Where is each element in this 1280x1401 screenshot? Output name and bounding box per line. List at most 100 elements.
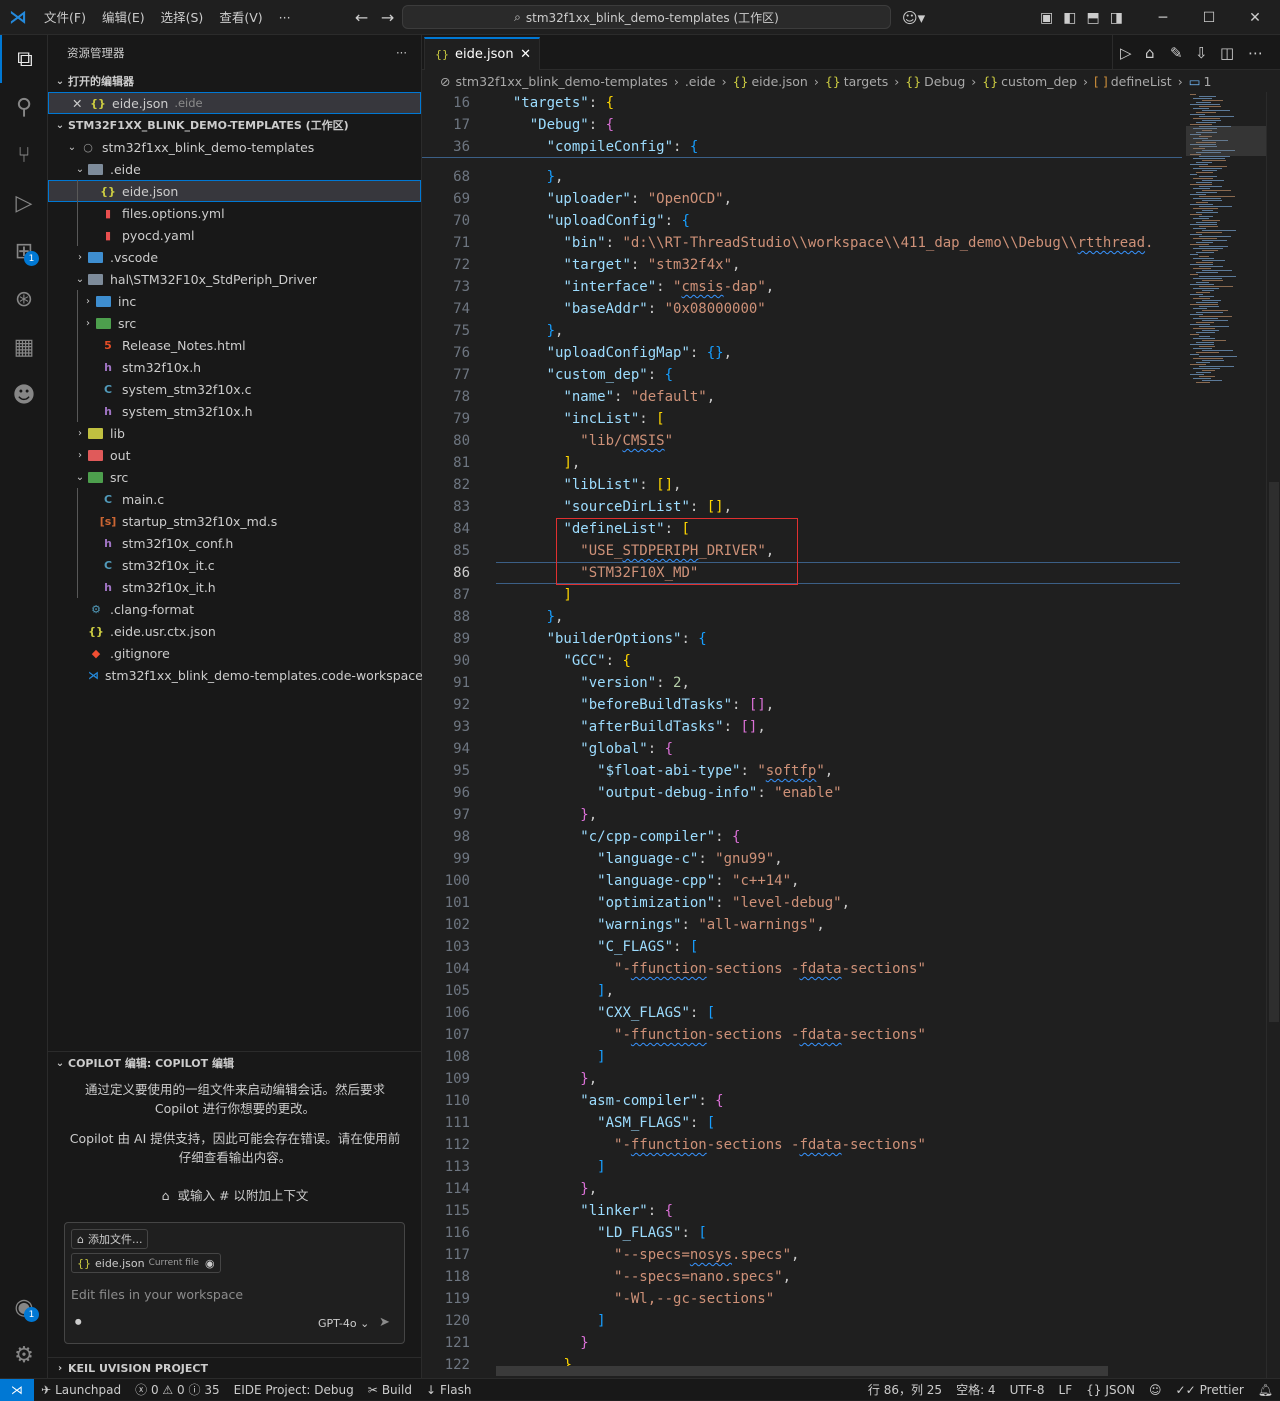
menu-file[interactable]: 文件(F) — [36, 0, 94, 35]
notifications-bell-icon[interactable]: 🔔︎ — [1251, 1379, 1280, 1401]
language-mode[interactable]: {} JSON — [1079, 1379, 1142, 1401]
more-actions-icon[interactable]: ··· — [396, 46, 407, 60]
breadcrumb-item[interactable]: targets — [844, 74, 889, 89]
maximize-icon[interactable]: ☐ — [1186, 10, 1232, 26]
tree-item[interactable]: ⚙ .clang-format — [48, 598, 421, 620]
flash-button[interactable]: ↓ Flash — [419, 1379, 479, 1401]
tree-item[interactable]: ⌄ hal\STM32F10x_StdPeriph_Driver — [48, 268, 421, 290]
workspace-header[interactable]: ⌄ STM32F1XX_BLINK_DEMO-TEMPLATES (工作区) — [48, 114, 421, 136]
breadcrumb-item[interactable]: eide.json — [751, 74, 807, 89]
tree-item[interactable]: Csystem_stm32f10x.c — [48, 378, 421, 400]
download-icon[interactable]: ⇩ — [1195, 35, 1208, 70]
close-window-icon[interactable]: ✕ — [1232, 10, 1278, 26]
tree-item[interactable]: ⌄ src — [48, 466, 421, 488]
tree-item[interactable]: h stm32f10x_it.h — [48, 576, 421, 598]
minimap[interactable] — [1186, 92, 1266, 1378]
breadcrumb-item[interactable]: Debug — [924, 74, 965, 89]
tree-item[interactable]: h stm32f10x.h — [48, 356, 421, 378]
copilot-icon[interactable]: ☺▾ — [902, 9, 925, 27]
prettier-status[interactable]: ✓✓ Prettier — [1169, 1379, 1251, 1401]
tree-item[interactable]: Cstm32f10x_it.c — [48, 554, 421, 576]
chip-icon[interactable]: ▦ — [0, 323, 48, 371]
breadcrumb-item[interactable]: 1 — [1204, 74, 1212, 89]
tree-item[interactable]: ▮ files.options.yml — [48, 202, 421, 224]
split-editor-icon[interactable]: ◫ — [1220, 35, 1234, 70]
run-icon[interactable]: ▷ — [1120, 35, 1132, 70]
accounts-icon[interactable]: ◉ 1 — [0, 1283, 48, 1331]
current-file-chip[interactable]: {} eide.json Current file ◉ — [71, 1253, 221, 1273]
tree-item[interactable]: h stm32f10x_conf.h — [48, 532, 421, 554]
launchpad-button[interactable]: ✈ Launchpad — [34, 1379, 128, 1401]
close-tab-icon[interactable]: ✕ — [520, 47, 531, 62]
build-button[interactable]: ✂ Build — [361, 1379, 419, 1401]
tree-item[interactable]: › out — [48, 444, 421, 466]
close-editor-icon[interactable]: ✕ — [72, 96, 86, 111]
copilot-status-icon[interactable]: ☺ — [1142, 1379, 1169, 1401]
git-graph-icon[interactable]: ⊛ — [0, 275, 48, 323]
more-actions-icon[interactable]: ⋯ — [1248, 35, 1263, 70]
problems-button[interactable]: ⓧ 0 ⚠ 0 ⓘ 35 — [128, 1379, 227, 1401]
tree-item[interactable]: Cmain.c — [48, 488, 421, 510]
extensions-icon[interactable]: ⊞ 1 — [0, 227, 48, 275]
minimap-viewport[interactable] — [1186, 126, 1266, 156]
menu-view[interactable]: 查看(V) — [211, 0, 270, 35]
breadcrumb-item[interactable]: .eide — [685, 74, 716, 89]
tree-item[interactable]: ⋊ stm32f1xx_blink_demo-templates.code-wor… — [48, 664, 423, 686]
tree-item[interactable]: › inc — [48, 290, 421, 312]
model-picker[interactable]: GPT-4o ⌄ — [318, 1317, 369, 1330]
tree-item[interactable]: 5 Release_Notes.html — [48, 334, 421, 356]
remote-icon[interactable]: ⋊ — [0, 1378, 34, 1401]
settings-gear-icon[interactable]: ⚙ — [0, 1331, 48, 1379]
command-center[interactable]: ⌕ stm32f1xx_blink_demo-templates (工作区) — [402, 5, 891, 29]
tree-item[interactable]: ▮ pyocd.yaml — [48, 224, 421, 246]
microphone-icon[interactable]: ⏺ — [75, 1315, 82, 1330]
copilot-edit-input[interactable]: Edit files in your workspace — [71, 1287, 243, 1302]
toggle-primary-sidebar-icon[interactable]: ◧ — [1063, 10, 1076, 26]
code-editor[interactable]: 16 "targets": {17 "Debug": {36 "compileC… — [422, 92, 1280, 1378]
cursor-position[interactable]: 行 86，列 25 — [861, 1379, 949, 1401]
platformio-icon[interactable]: ☻ — [0, 371, 48, 419]
breadcrumb-item[interactable]: defineList — [1111, 74, 1172, 89]
clean-icon[interactable]: ✎ — [1170, 35, 1183, 70]
minimize-icon[interactable]: ─ — [1140, 10, 1186, 26]
tree-item[interactable]: › lib — [48, 422, 421, 444]
vertical-scrollbar[interactable] — [1266, 92, 1280, 1378]
tree-item[interactable]: ◆ .gitignore — [48, 642, 421, 664]
forward-arrow-icon[interactable]: → — [375, 8, 401, 27]
explorer-icon[interactable]: ⧉ — [0, 35, 48, 83]
tree-item[interactable]: [s] startup_stm32f10x_md.s — [48, 510, 421, 532]
keil-project-header[interactable]: › KEIL UVISION PROJECT — [48, 1357, 422, 1378]
back-arrow-icon[interactable]: ← — [349, 8, 375, 27]
run-debug-icon[interactable]: ▷ — [0, 179, 48, 227]
menu-edit[interactable]: 编辑(E) — [94, 0, 153, 35]
tree-item[interactable]: h system_stm32f10x.h — [48, 400, 421, 422]
source-control-icon[interactable]: ⑂ — [0, 131, 48, 179]
menu-selection[interactable]: 选择(S) — [153, 0, 212, 35]
eide-project[interactable]: EIDE Project: Debug — [227, 1379, 361, 1401]
horizontal-scrollbar[interactable] — [496, 1366, 1108, 1376]
tree-item[interactable]: {} eide.json — [48, 180, 421, 202]
open-editors-header[interactable]: ⌄ 打开的编辑器 — [48, 70, 421, 92]
add-files-button[interactable]: ⌂ 添加文件... — [71, 1229, 149, 1249]
toggle-panel-icon[interactable]: ⬒ — [1086, 10, 1099, 26]
tree-item[interactable]: › .vscode — [48, 246, 421, 268]
eol[interactable]: LF — [1052, 1379, 1080, 1401]
copilot-input-box[interactable]: ⌂ 添加文件... {} eide.json Current file ◉ Edit f… — [64, 1222, 405, 1344]
indentation[interactable]: 空格: 4 — [949, 1379, 1003, 1401]
tab-eide-json[interactable]: {} eide.json ✕ — [424, 37, 540, 70]
breadcrumb-item[interactable]: custom_dep — [1001, 74, 1077, 89]
build-icon[interactable]: ⌂ — [1145, 35, 1155, 70]
encoding[interactable]: UTF-8 — [1003, 1379, 1052, 1401]
breadcrumb-item[interactable]: stm32f1xx_blink_demo-templates — [455, 74, 667, 89]
tree-item[interactable]: ⌄ ○ stm32f1xx_blink_demo-templates — [48, 136, 421, 158]
tree-item[interactable]: ⌄ .eide — [48, 158, 421, 180]
tree-item[interactable]: {} .eide.usr.ctx.json — [48, 620, 421, 642]
send-icon[interactable]: ➤ — [379, 1315, 390, 1330]
eye-icon[interactable]: ◉ — [205, 1257, 215, 1270]
menu-more[interactable]: ··· — [271, 0, 299, 35]
toggle-secondary-sidebar-icon[interactable]: ◨ — [1110, 10, 1123, 26]
customize-layout-icon[interactable]: ▣ — [1040, 10, 1053, 26]
search-view-icon[interactable]: ⚲ — [0, 83, 48, 131]
open-editor-item[interactable]: ✕ {} eide.json .eide — [48, 92, 421, 114]
tree-item[interactable]: › src — [48, 312, 421, 334]
